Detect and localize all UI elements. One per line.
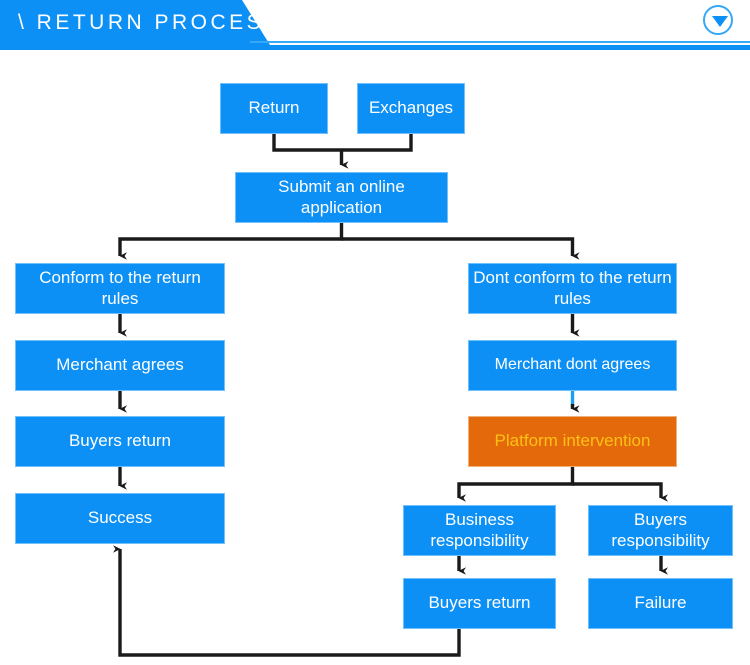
caret-down-circle-icon[interactable] [703, 5, 733, 35]
edge-platform-split-left [457, 467, 575, 502]
node-label: Merchant agrees [56, 355, 184, 375]
return-process-flowchart: Return Exchanges Submit an online applic… [0, 52, 750, 665]
node-label: Buyers responsibility [611, 510, 710, 550]
edge-submit-split-right [341, 237, 580, 260]
node-label: Success [87, 508, 153, 528]
header-rule-thin [250, 41, 750, 43]
node-return[interactable]: Return [220, 83, 328, 134]
node-label: Exchanges [368, 98, 454, 118]
node-label: Failure [634, 593, 687, 613]
page-header: \ RETURN PROCESS [0, 0, 750, 52]
node-business-responsibility[interactable]: Business responsibility [403, 505, 556, 556]
header-rule-thick [0, 45, 750, 50]
edge-submit-split [118, 223, 344, 260]
edge-return-to-submit [272, 134, 413, 152]
node-label: Platform intervention [494, 431, 651, 451]
node-buyers-return-left[interactable]: Buyers return [15, 416, 225, 467]
node-platform-intervention[interactable]: Platform intervention [468, 416, 677, 467]
node-label: Submit an online application [278, 177, 405, 217]
node-buyers-responsibility[interactable]: Buyers responsibility [588, 505, 733, 556]
node-failure[interactable]: Failure [588, 578, 733, 629]
node-label: Dont conform to the return rules [473, 268, 672, 308]
node-label: Buyers return [68, 431, 172, 451]
node-submit-application[interactable]: Submit an online application [235, 172, 448, 223]
node-label: Buyers return [428, 593, 531, 613]
node-label: Business responsibility [430, 510, 529, 550]
node-merchant-agrees[interactable]: Merchant agrees [15, 340, 225, 391]
caret-down-triangle [712, 16, 728, 27]
node-label: Return [248, 98, 300, 118]
page-title: \ RETURN PROCESS [18, 11, 282, 34]
node-success[interactable]: Success [15, 493, 225, 544]
node-dont-conform-to-return-rules[interactable]: Dont conform to the return rules [468, 263, 677, 314]
node-label: Merchant dont agrees [494, 356, 651, 374]
node-label: Conform to the return rules [39, 268, 201, 308]
node-buyers-return-right[interactable]: Buyers return [403, 578, 556, 629]
node-exchanges[interactable]: Exchanges [357, 83, 465, 134]
node-merchant-dont-agrees[interactable]: Merchant dont agrees [468, 340, 677, 391]
node-conform-to-return-rules[interactable]: Conform to the return rules [15, 263, 225, 314]
edge-platform-split-right [572, 482, 668, 502]
